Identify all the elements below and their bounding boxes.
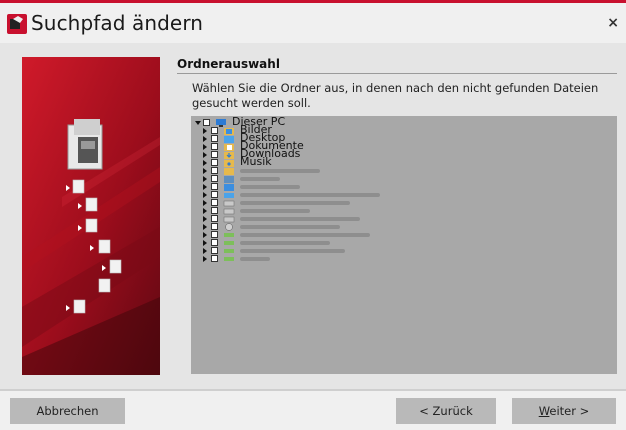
expand-arrow-icon[interactable]	[195, 121, 201, 125]
next-button[interactable]: Weiter >	[512, 398, 616, 424]
music-folder-icon	[224, 160, 234, 167]
expand-arrow-icon[interactable]	[203, 160, 207, 166]
tree-node-redacted[interactable]	[203, 255, 403, 263]
folder-icon	[224, 176, 234, 183]
next-button-mnemonic: W	[538, 404, 550, 418]
network-drive-icon	[224, 241, 234, 245]
expand-arrow-icon[interactable]	[203, 128, 207, 134]
tree-node-downloads[interactable]: Downloads	[203, 148, 403, 159]
expand-arrow-icon[interactable]	[203, 216, 207, 222]
expand-arrow-icon[interactable]	[203, 200, 207, 206]
pc-icon	[216, 119, 226, 127]
checkbox[interactable]	[211, 183, 218, 190]
tree-node-dokumente[interactable]: Dokumente	[203, 140, 403, 151]
section-description: Wählen Sie die Ordner aus, in denen nach…	[192, 81, 599, 110]
expand-arrow-icon[interactable]	[203, 168, 207, 174]
expand-arrow-icon[interactable]	[203, 184, 207, 190]
checkbox[interactable]	[211, 207, 218, 214]
network-drive-icon	[224, 233, 234, 237]
checkbox[interactable]	[211, 215, 218, 222]
tree-node-redacted[interactable]	[203, 167, 403, 175]
close-icon[interactable]: ×	[607, 16, 619, 30]
expand-arrow-icon[interactable]	[203, 144, 207, 150]
expand-arrow-icon[interactable]	[203, 152, 207, 158]
checkbox[interactable]	[211, 175, 218, 182]
tree-node-redacted[interactable]	[203, 223, 403, 231]
redacted-label	[240, 185, 300, 189]
checkbox[interactable]	[211, 143, 218, 150]
drive-icon	[223, 200, 235, 207]
footer-divider	[0, 389, 626, 391]
checkbox[interactable]	[211, 167, 218, 174]
expand-arrow-icon[interactable]	[203, 256, 207, 262]
expand-arrow-icon[interactable]	[203, 136, 207, 142]
drive-icon	[223, 208, 235, 215]
redacted-label	[240, 209, 310, 213]
tree-node-bilder[interactable]: Bilder	[203, 124, 403, 135]
app-logo-icon	[7, 14, 27, 34]
documents-folder-icon	[224, 144, 234, 151]
sidebar-folder-illustration	[22, 57, 160, 375]
checkbox[interactable]	[211, 239, 218, 246]
redacted-label	[240, 193, 380, 197]
section-divider	[177, 73, 617, 74]
checkbox[interactable]	[211, 127, 218, 134]
section-header: Ordnerauswahl	[177, 57, 280, 71]
window-title: Suchpfad ändern	[31, 11, 204, 35]
checkbox[interactable]	[203, 119, 210, 126]
tree-node-redacted[interactable]	[203, 207, 403, 215]
checkbox[interactable]	[211, 223, 218, 230]
redacted-label	[240, 169, 320, 173]
checkbox[interactable]	[211, 151, 218, 158]
tree-node-redacted[interactable]	[203, 215, 403, 223]
drive-icon	[223, 216, 235, 223]
network-drive-icon	[224, 257, 234, 261]
cancel-button[interactable]: Abbrechen	[10, 398, 125, 424]
checkbox[interactable]	[211, 231, 218, 238]
tree-node-redacted[interactable]	[203, 199, 403, 207]
checkbox[interactable]	[211, 247, 218, 254]
redacted-label	[240, 217, 360, 221]
redacted-label	[240, 249, 345, 253]
desktop-folder-icon	[224, 136, 234, 143]
checkbox[interactable]	[211, 135, 218, 142]
expand-arrow-icon[interactable]	[203, 192, 207, 198]
checkbox[interactable]	[211, 159, 218, 166]
tree-node-this-pc[interactable]: Dieser PC	[195, 116, 395, 127]
tree-node-redacted[interactable]	[203, 239, 403, 247]
checkbox[interactable]	[211, 255, 218, 262]
expand-arrow-icon[interactable]	[203, 248, 207, 254]
checkbox[interactable]	[211, 199, 218, 206]
pictures-folder-icon	[224, 128, 234, 135]
next-button-label: eiter >	[549, 404, 590, 418]
network-drive-icon	[224, 249, 234, 253]
redacted-label	[240, 201, 350, 205]
redacted-label	[240, 177, 280, 181]
downloads-folder-icon	[224, 152, 234, 159]
expand-arrow-icon[interactable]	[203, 208, 207, 214]
redacted-label	[240, 225, 340, 229]
redacted-label	[240, 233, 370, 237]
tree-node-redacted[interactable]	[203, 183, 403, 191]
tree-node-redacted[interactable]	[203, 191, 403, 199]
expand-arrow-icon[interactable]	[203, 240, 207, 246]
disc-drive-icon	[225, 223, 233, 231]
folder-icon	[224, 168, 234, 175]
checkbox[interactable]	[211, 191, 218, 198]
expand-arrow-icon[interactable]	[203, 176, 207, 182]
tree-node-redacted[interactable]	[203, 231, 403, 239]
redacted-label	[240, 241, 330, 245]
folder-icon	[224, 184, 234, 191]
expand-arrow-icon[interactable]	[203, 224, 207, 230]
back-button[interactable]: < Zurück	[396, 398, 496, 424]
tree-node-redacted[interactable]	[203, 247, 403, 255]
tree-node-musik[interactable]: Musik	[203, 155, 403, 168]
expand-arrow-icon[interactable]	[203, 232, 207, 238]
folder-tree[interactable]: Dieser PC Bilder Desktop Dokumente Downl…	[191, 116, 617, 374]
title-bar: Suchpfad ändern ×	[0, 3, 626, 43]
drive-icon	[224, 193, 234, 198]
tree-node-redacted[interactable]	[203, 175, 403, 183]
tree-node-label: Musik	[240, 155, 272, 168]
redacted-label	[240, 257, 270, 261]
